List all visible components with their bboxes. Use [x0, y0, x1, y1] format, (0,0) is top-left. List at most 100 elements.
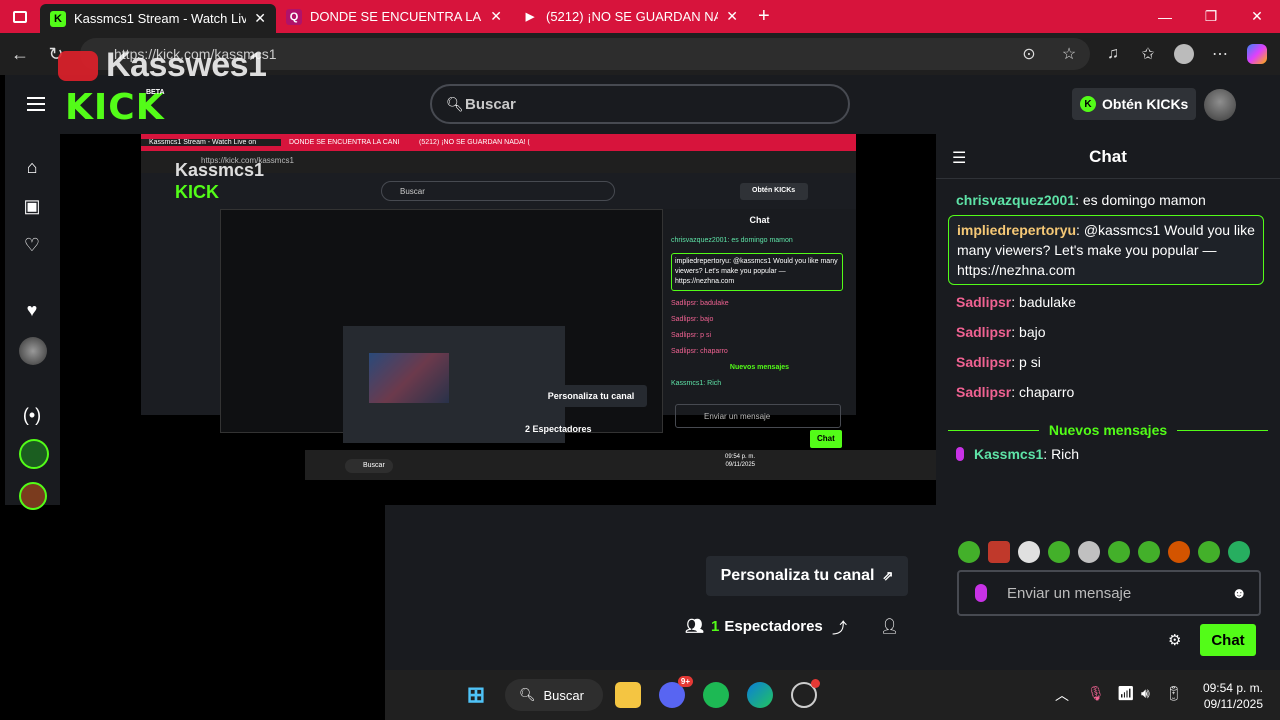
- emote-icon[interactable]: [1168, 541, 1190, 563]
- battery-icon[interactable]: 🔋︎: [1165, 685, 1183, 702]
- nested-watermark: Kassmcs1: [175, 160, 265, 180]
- nested-date: 09/11/2025: [725, 462, 756, 468]
- new-messages-label: Nuevos mensajes: [1048, 422, 1168, 438]
- emote-icon[interactable]: [1078, 541, 1100, 563]
- clock-date: 09/11/2025: [1203, 697, 1263, 711]
- file-explorer-icon[interactable]: [615, 682, 641, 708]
- discord-icon[interactable]: 9+: [659, 676, 693, 708]
- customize-channel-button[interactable]: Personaliza tu canal ⇗: [706, 556, 908, 596]
- favorite-star-icon[interactable]: ☆: [1056, 41, 1082, 67]
- colon: :: [1076, 222, 1084, 238]
- close-window-icon[interactable]: ✕: [1234, 0, 1280, 33]
- emote-icon[interactable]: [1108, 541, 1130, 563]
- copilot-icon[interactable]: [1244, 41, 1270, 67]
- chat-settings-icon[interactable]: ⚙: [1168, 631, 1181, 649]
- tab-search[interactable]: Q DONDE SE ENCUENTRA LA CANI ✕: [276, 0, 512, 33]
- taskbar-clock[interactable]: 09:54 p. m. 09/11/2025: [1193, 680, 1263, 712]
- mic-tray-icon[interactable]: 🎙︎: [1087, 685, 1105, 702]
- search-input[interactable]: 🔍︎ Buscar: [430, 84, 850, 124]
- chat-message-input[interactable]: Enviar un mensaje ☻: [957, 570, 1261, 616]
- nested-kicks-button: Obtén KICKs: [740, 183, 808, 200]
- edge-icon[interactable]: [747, 682, 773, 708]
- profile-icon[interactable]: [1171, 41, 1197, 67]
- channel-avatar[interactable]: [19, 337, 47, 365]
- screen: K Kassmcs1 Stream - Watch Live on ✕ Q DO…: [0, 0, 1280, 720]
- favorites-icon[interactable]: ✩: [1135, 41, 1161, 67]
- wifi-icon[interactable]: 📶︎: [1117, 685, 1135, 702]
- tab-kick-stream[interactable]: K Kassmcs1 Stream - Watch Live on ✕: [40, 4, 276, 33]
- get-kicks-button[interactable]: K Obtén KICKs: [1072, 88, 1196, 120]
- menu-icon[interactable]: [27, 97, 45, 111]
- chat-username[interactable]: Sadlipsr: [956, 354, 1011, 370]
- viewer-label: Espectadores: [724, 617, 823, 635]
- browse-icon[interactable]: ▣: [21, 195, 43, 217]
- kick-page: KICK BETA 🔍︎ Buscar K Obtén KICKs ⌂ ▣ ♡ …: [5, 75, 1280, 510]
- new-tab-button[interactable]: +: [748, 0, 780, 33]
- share-icon[interactable]: ⤴: [832, 617, 847, 638]
- back-icon[interactable]: ←: [7, 41, 33, 67]
- chat-username[interactable]: Sadlipsr: [956, 384, 1011, 400]
- chat-username[interactable]: Kassmcs1: [974, 446, 1043, 462]
- followed-channels-icon[interactable]: ♥: [21, 299, 43, 321]
- following-icon[interactable]: ♡: [21, 234, 43, 256]
- obs-icon[interactable]: [791, 679, 820, 708]
- emote-icon[interactable]: [988, 541, 1010, 563]
- search-icon: 🔍︎: [519, 687, 536, 702]
- tray-expand-icon[interactable]: ︿: [1055, 685, 1069, 705]
- home-icon[interactable]: ⌂: [21, 156, 43, 178]
- restore-icon[interactable]: ❐: [1188, 0, 1234, 33]
- taskbar-search[interactable]: 🔍︎ Buscar: [505, 679, 603, 711]
- chat-username[interactable]: chrisvazquez2001: [956, 192, 1075, 208]
- tab-title: DONDE SE ENCUENTRA LA CANI: [310, 9, 482, 24]
- video-player[interactable]: Kassmcs1 Stream - Watch Live on DONDE SE…: [60, 134, 936, 505]
- clock-time: 09:54 p. m.: [1202, 681, 1263, 695]
- close-icon[interactable]: ✕: [726, 8, 738, 25]
- colon: :: [1011, 324, 1020, 340]
- emote-icon[interactable]: [1048, 541, 1070, 563]
- emote-icon[interactable]: [1018, 541, 1040, 563]
- nested-chat-line: chrisvazquez2001: es domingo mamon: [671, 237, 793, 244]
- emoji-icon[interactable]: ☻: [1231, 585, 1247, 602]
- extensions-icon[interactable]: ♫: [1100, 41, 1126, 67]
- more-menu-icon[interactable]: ⋯: [1207, 41, 1233, 67]
- send-chat-button[interactable]: Chat: [1200, 624, 1256, 656]
- nested-tab: DONDE SE ENCUENTRA LA CANI: [289, 139, 400, 146]
- emote-icon[interactable]: [1138, 541, 1160, 563]
- chat-username[interactable]: impliedrepertoryu: [957, 222, 1076, 238]
- minimize-icon[interactable]: —: [1142, 0, 1188, 33]
- windows-start-icon[interactable]: ⊞: [463, 682, 489, 708]
- close-icon[interactable]: ✕: [490, 8, 502, 25]
- nested-input: Enviar un mensaje: [675, 404, 841, 428]
- channel-avatar[interactable]: [19, 482, 47, 510]
- chat-message: Sadlipsr: badulake: [956, 292, 1266, 312]
- chat-text: Rich: [1051, 446, 1080, 462]
- volume-icon[interactable]: 🔊︎: [1141, 685, 1150, 702]
- chat-username[interactable]: Sadlipsr: [956, 294, 1011, 310]
- follow-user-icon[interactable]: 👤︎: [880, 617, 899, 635]
- windows-taskbar: ⊞ 🔍︎ Buscar 9+ ︿ 🎙︎ 📶︎ 🔊︎ 🔋︎ 09:54 p. m.…: [385, 670, 1280, 720]
- emote-icon[interactable]: [1198, 541, 1220, 563]
- nested-send: Chat: [810, 430, 842, 448]
- tab-youtube[interactable]: ▶ (5212) ¡NO SE GUARDAN NADA! ( ✕: [512, 0, 748, 33]
- chat-title: Chat: [1089, 147, 1127, 166]
- close-icon[interactable]: ✕: [254, 10, 266, 27]
- emote-icon[interactable]: [1228, 541, 1250, 563]
- channel-avatar[interactable]: [19, 439, 49, 469]
- colon: :: [1011, 354, 1020, 370]
- user-avatar[interactable]: [1204, 89, 1236, 121]
- emote-icon[interactable]: [958, 541, 980, 563]
- recommended-live-icon[interactable]: (•): [21, 404, 43, 426]
- spotify-icon[interactable]: [703, 682, 729, 708]
- viewers-icon: 👥︎: [685, 618, 705, 635]
- chat-message: chrisvazquez2001: es domingo mamon: [956, 190, 1266, 210]
- nested-chat-line: Kassmcs1: Rich: [671, 380, 722, 387]
- left-sidebar: ⌂ ▣ ♡ ♥ (•): [5, 134, 60, 510]
- chat-username[interactable]: Sadlipsr: [956, 324, 1011, 340]
- colon: :: [1011, 384, 1020, 400]
- tab-actions-icon[interactable]: [0, 0, 40, 33]
- new-messages-divider[interactable]: Nuevos mensajes: [948, 422, 1269, 438]
- broadcaster-mic-icon: [956, 447, 964, 461]
- chat-text: badulake: [1019, 294, 1076, 310]
- nested-new-messages: Nuevos mensajes: [729, 364, 790, 371]
- reader-icon[interactable]: ⊙: [1016, 41, 1042, 67]
